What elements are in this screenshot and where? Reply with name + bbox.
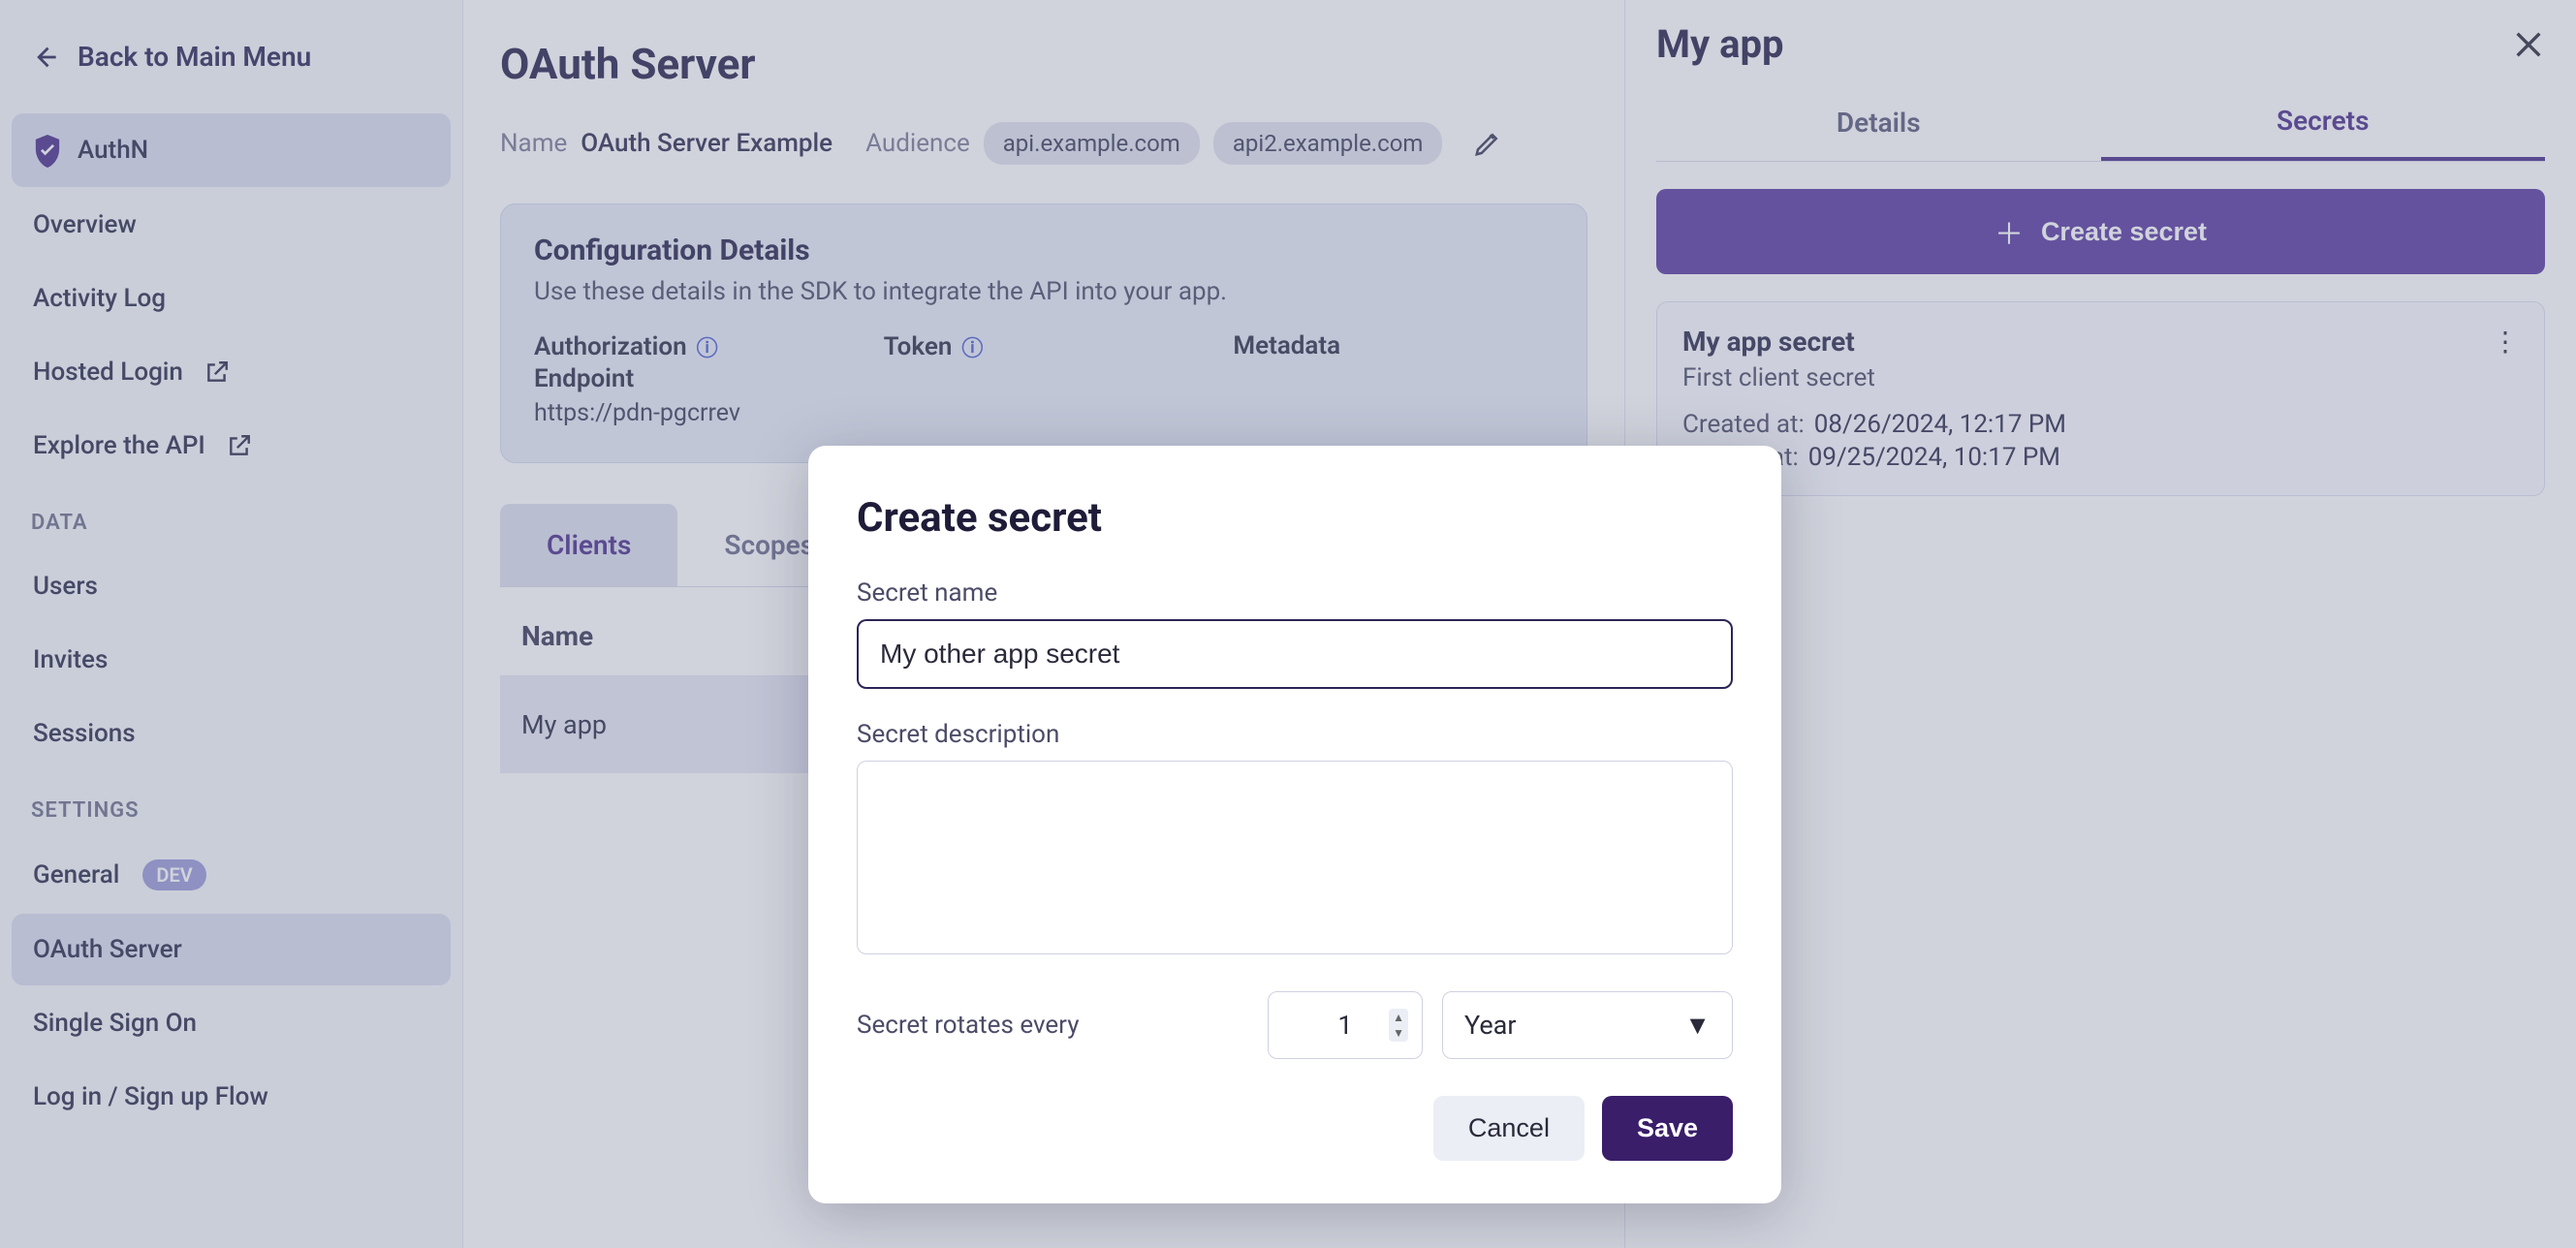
rotate-number-value: 1	[1337, 1010, 1352, 1041]
secret-name-label: Secret name	[857, 578, 1733, 608]
rotate-unit-select[interactable]: Year ▼	[1442, 991, 1733, 1059]
save-button[interactable]: Save	[1602, 1096, 1733, 1161]
rotate-unit-value: Year	[1464, 1010, 1517, 1041]
modal-title: Create secret	[857, 494, 1733, 542]
rotate-label: Secret rotates every	[857, 1011, 1248, 1040]
secret-desc-label: Secret description	[857, 720, 1733, 749]
create-secret-modal: Create secret Secret name Secret descrip…	[808, 446, 1781, 1203]
chevron-down-icon: ▼	[1684, 1010, 1711, 1041]
secret-name-input[interactable]	[857, 619, 1733, 689]
cancel-button[interactable]: Cancel	[1433, 1096, 1585, 1161]
secret-desc-input[interactable]	[857, 761, 1733, 954]
number-spinner-icon[interactable]: ▲▼	[1389, 1009, 1408, 1042]
rotate-number-input[interactable]: 1 ▲▼	[1268, 991, 1423, 1059]
